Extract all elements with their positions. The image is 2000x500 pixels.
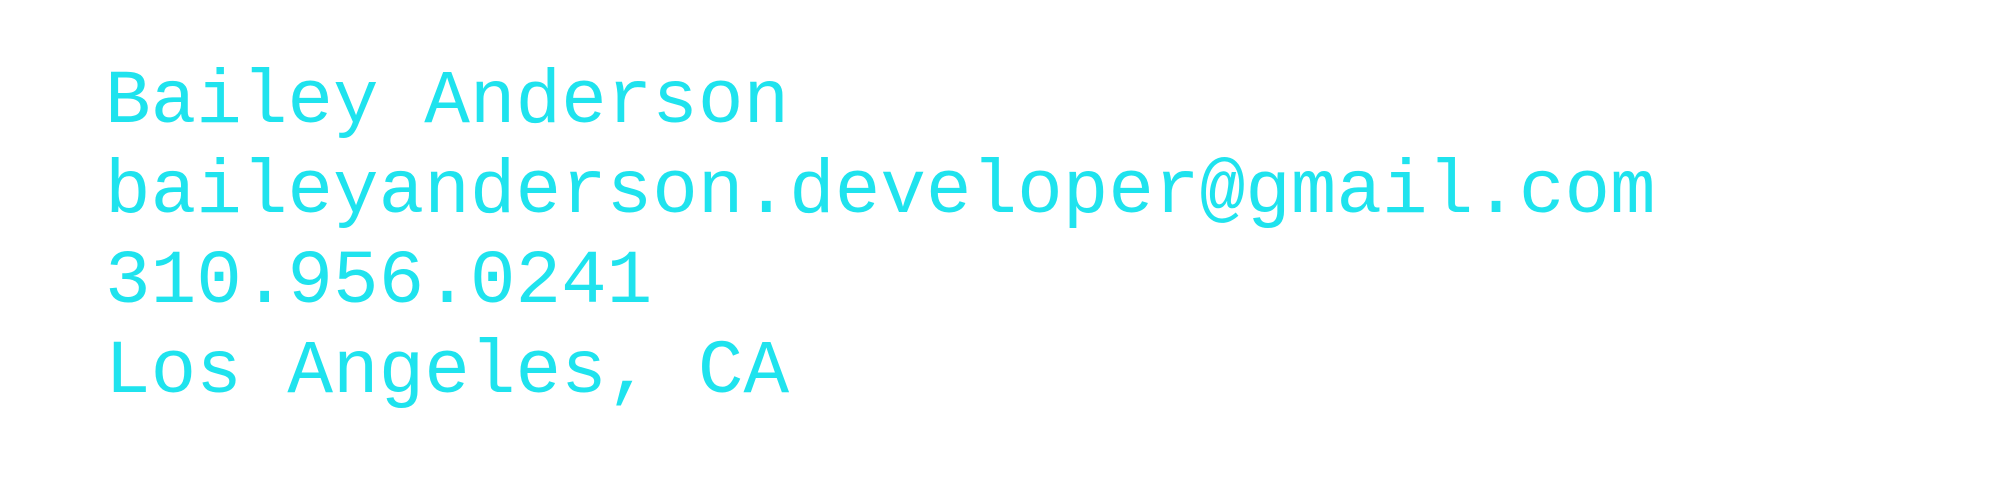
contact-name: Bailey Anderson <box>105 59 790 145</box>
contact-info-block: Bailey Anderson baileyanderson.developer… <box>105 57 1656 417</box>
contact-phone: 310.956.0241 <box>105 239 653 325</box>
contact-email: baileyanderson.developer@gmail.com <box>105 149 1656 235</box>
contact-location: Los Angeles, CA <box>105 329 790 415</box>
